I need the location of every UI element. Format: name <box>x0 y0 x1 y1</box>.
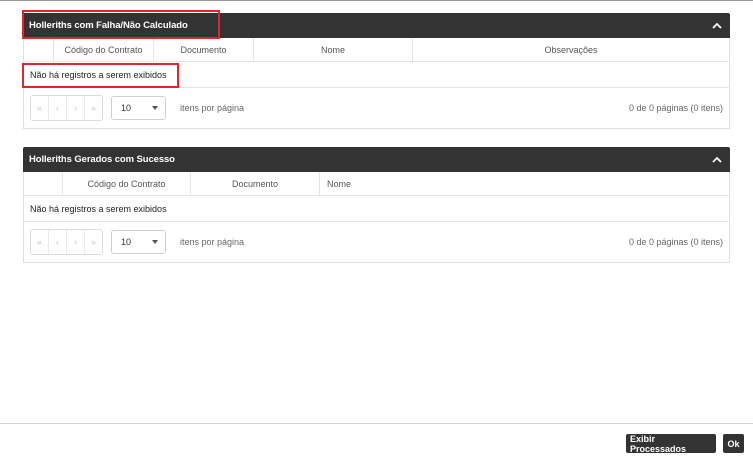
success-panel-header[interactable]: Holleriths Gerados com Sucesso <box>23 147 730 172</box>
chevron-up-icon[interactable] <box>710 19 724 33</box>
next-page-icon[interactable]: › <box>66 230 84 254</box>
pager: « ‹ › » 10 itens por página 0 de 0 págin… <box>24 222 729 262</box>
pager-buttons: « ‹ › » <box>30 229 103 255</box>
column-header-contract-code[interactable]: Código do Contrato <box>62 172 190 195</box>
next-page-icon[interactable]: › <box>66 96 84 120</box>
page-size-select[interactable]: 10 <box>111 230 166 254</box>
last-page-icon[interactable]: » <box>84 230 102 254</box>
pager: « ‹ › » 10 itens por página 0 de 0 págin… <box>24 88 729 128</box>
items-per-page-label: itens por página <box>180 103 245 113</box>
previous-page-icon[interactable]: ‹ <box>48 230 66 254</box>
success-holleriths-panel: Holleriths Gerados com Sucesso Código do… <box>23 147 730 263</box>
column-header-document[interactable]: Documento <box>153 38 253 61</box>
show-processed-button[interactable]: Exibir Processados <box>626 434 716 454</box>
page-size-select[interactable]: 10 <box>111 96 166 120</box>
failed-panel-title: Holleriths com Falha/Não Calculado <box>29 20 188 31</box>
empty-message: Não há registros a serem exibidos <box>24 196 729 222</box>
page-info: 0 de 0 páginas (0 itens) <box>628 237 723 247</box>
page-size-value: 10 <box>121 237 132 247</box>
failed-holleriths-panel: Holleriths com Falha/Não Calculado Códig… <box>23 13 730 129</box>
column-header-name[interactable]: Nome <box>319 172 729 195</box>
last-page-icon[interactable]: » <box>84 96 102 120</box>
previous-page-icon[interactable]: ‹ <box>48 96 66 120</box>
column-header-contract-code[interactable]: Código do Contrato <box>53 38 153 61</box>
caret-down-icon <box>152 240 158 244</box>
page-size-value: 10 <box>121 103 132 113</box>
caret-down-icon <box>152 106 158 110</box>
footer-divider <box>0 423 753 424</box>
failed-table-header: Código do Contrato Documento Nome Observ… <box>24 38 729 62</box>
chevron-up-icon[interactable] <box>710 153 724 167</box>
page-info: 0 de 0 páginas (0 itens) <box>628 103 723 113</box>
failed-panel-header[interactable]: Holleriths com Falha/Não Calculado <box>23 13 730 38</box>
first-page-icon[interactable]: « <box>31 96 48 120</box>
success-table-header: Código do Contrato Documento Nome <box>24 172 729 196</box>
top-border <box>0 0 753 1</box>
column-header-observations[interactable]: Observações <box>412 38 729 61</box>
ok-button[interactable]: Ok <box>723 434 744 453</box>
pager-buttons: « ‹ › » <box>30 95 103 121</box>
empty-message: Não há registros a serem exibidos <box>24 62 729 88</box>
column-header-select <box>24 38 53 61</box>
first-page-icon[interactable]: « <box>31 230 48 254</box>
column-header-document[interactable]: Documento <box>190 172 319 195</box>
column-header-name[interactable]: Nome <box>253 38 412 61</box>
column-header-select <box>24 172 62 195</box>
items-per-page-label: itens por página <box>180 237 245 247</box>
success-panel-title: Holleriths Gerados com Sucesso <box>29 154 175 165</box>
